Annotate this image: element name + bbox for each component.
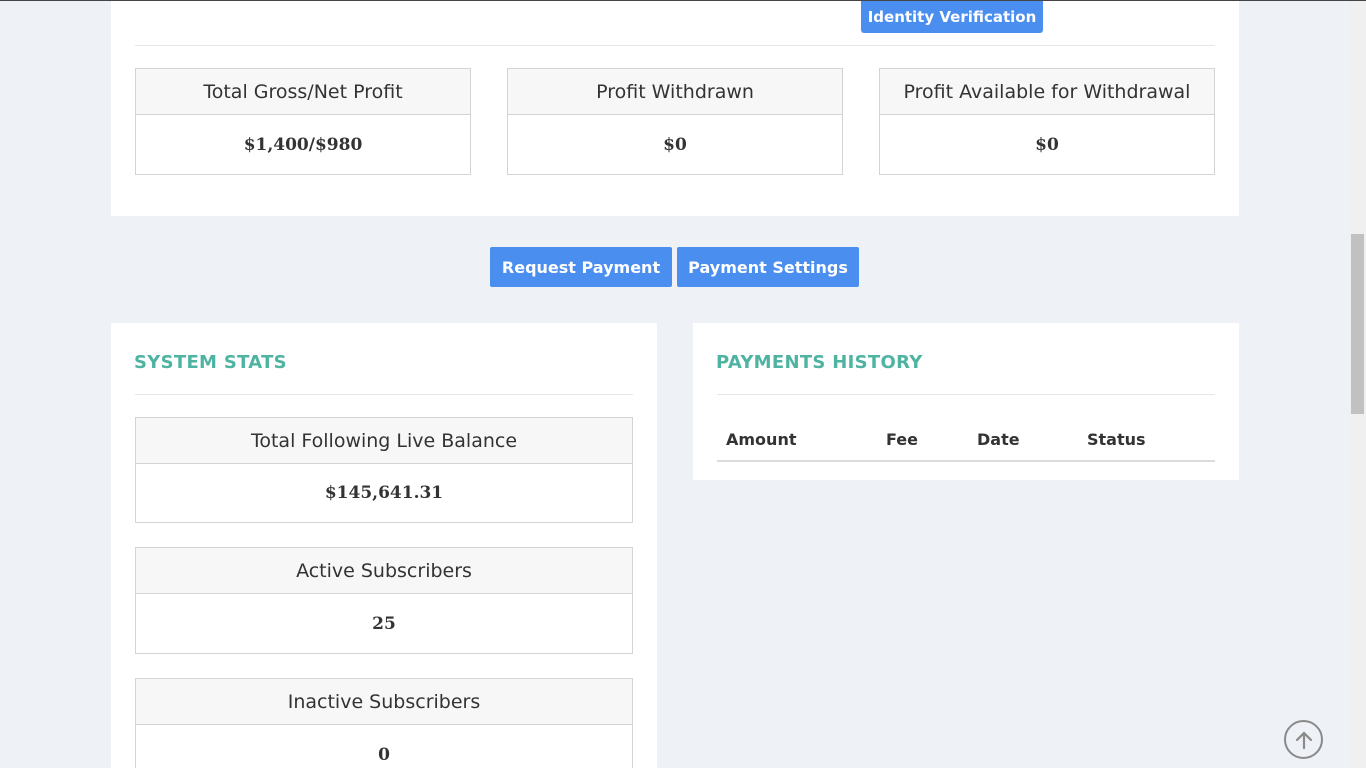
stat-label: Profit Available for Withdrawal <box>880 69 1214 115</box>
stat-value: 25 <box>372 613 396 634</box>
stat-label: Active Subscribers <box>136 548 632 594</box>
request-payment-button[interactable]: Request Payment <box>490 247 672 287</box>
payments-history-panel <box>693 323 1239 480</box>
stat-value: $0 <box>1035 134 1059 155</box>
page-scrollbar[interactable] <box>1349 1 1366 768</box>
table-header-underline <box>717 460 1215 462</box>
stat-value: $145,641.31 <box>324 483 444 503</box>
stat-value: $0 <box>663 134 687 155</box>
system-stats-title: SYSTEM STATS <box>134 352 287 373</box>
column-header-status[interactable]: Status <box>1087 430 1146 449</box>
scrollbar-thumb[interactable] <box>1351 234 1364 414</box>
stat-profit-available: Profit Available for Withdrawal $0 <box>879 68 1215 175</box>
stat-value: $1,400/$980 <box>243 134 363 155</box>
back-to-top-button[interactable] <box>1284 720 1323 759</box>
stat-value: 0 <box>378 744 390 765</box>
column-header-amount[interactable]: Amount <box>726 430 796 449</box>
payments-history-divider <box>717 394 1215 395</box>
stat-label: Total Following Live Balance <box>136 418 632 464</box>
identity-verification-button[interactable]: Identity Verification <box>861 1 1043 33</box>
stat-profit-withdrawn: Profit Withdrawn $0 <box>507 68 843 175</box>
stat-gross-net-profit: Total Gross/Net Profit $1,400/$980 <box>135 68 471 175</box>
stat-label: Inactive Subscribers <box>136 679 632 725</box>
column-header-date[interactable]: Date <box>977 430 1020 449</box>
system-stats-divider <box>135 394 633 395</box>
payment-settings-button[interactable]: Payment Settings <box>677 247 859 287</box>
top-divider <box>135 45 1215 46</box>
payments-history-title: PAYMENTS HISTORY <box>716 352 923 373</box>
stat-live-balance: Total Following Live Balance $145,641.31 <box>135 417 633 523</box>
stat-active-subscribers: Active Subscribers 25 <box>135 547 633 654</box>
stat-label: Profit Withdrawn <box>508 69 842 115</box>
arrow-up-circle-icon <box>1295 731 1312 749</box>
stat-inactive-subscribers: Inactive Subscribers 0 <box>135 678 633 768</box>
stat-label: Total Gross/Net Profit <box>136 69 470 115</box>
column-header-fee[interactable]: Fee <box>886 430 918 449</box>
